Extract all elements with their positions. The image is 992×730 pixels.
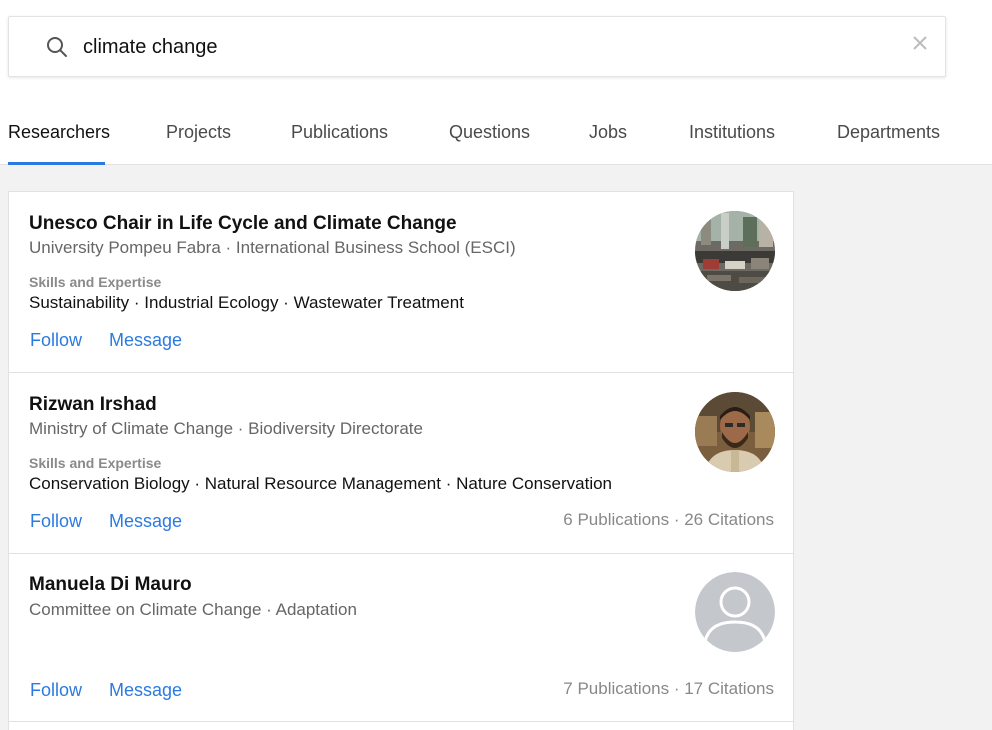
close-icon[interactable] — [909, 32, 931, 54]
avatar[interactable] — [695, 572, 775, 652]
result-card: Manuela Di Mauro Committee on Climate Ch… — [9, 554, 793, 722]
skills-label: Skills and Expertise — [29, 455, 162, 471]
result-name[interactable]: Manuela Di Mauro — [29, 574, 192, 596]
follow-button[interactable]: Follow — [30, 680, 82, 701]
skills-list: Conservation Biology · Natural Resource … — [29, 474, 613, 493]
result-name[interactable]: Unesco Chair in Life Cycle and Climate C… — [29, 213, 457, 235]
follow-button[interactable]: Follow — [30, 511, 82, 532]
tab-questions[interactable]: Questions — [449, 122, 530, 143]
search-input[interactable] — [83, 29, 883, 65]
tab-jobs[interactable]: Jobs — [589, 122, 627, 143]
result-name[interactable]: Rizwan Irshad — [29, 394, 157, 416]
result-affiliation[interactable]: Committee on Climate Change · Adaptation — [29, 600, 357, 620]
result-affiliation[interactable]: Ministry of Climate Change · Biodiversit… — [29, 419, 423, 439]
search-bar — [8, 16, 946, 77]
publication-stats: 7 Publications · 17 Citations — [563, 679, 774, 698]
avatar[interactable] — [695, 392, 775, 472]
skills-list: Sustainability · Industrial Ecology · Wa… — [29, 293, 464, 312]
active-tab-indicator — [8, 162, 105, 165]
message-button[interactable]: Message — [109, 511, 182, 532]
tab-institutions[interactable]: Institutions — [689, 122, 775, 143]
results-list: Unesco Chair in Life Cycle and Climate C… — [8, 191, 794, 730]
tab-researchers[interactable]: Researchers — [8, 122, 110, 143]
tab-publications[interactable]: Publications — [291, 122, 388, 143]
follow-button[interactable]: Follow — [30, 330, 82, 351]
result-card: Unesco Chair in Life Cycle and Climate C… — [9, 192, 793, 373]
institution-photo-icon — [695, 211, 775, 291]
default-avatar-icon — [695, 572, 775, 652]
tab-departments[interactable]: Departments — [837, 122, 940, 143]
publication-stats: 6 Publications · 26 Citations — [563, 510, 774, 529]
message-button[interactable]: Message — [109, 330, 182, 351]
result-card: Rizwan Irshad Ministry of Climate Change… — [9, 373, 793, 554]
result-affiliation[interactable]: University Pompeu Fabra · International … — [29, 238, 516, 258]
message-button[interactable]: Message — [109, 680, 182, 701]
person-photo-icon — [695, 392, 775, 472]
search-icon[interactable] — [45, 35, 69, 59]
skills-label: Skills and Expertise — [29, 274, 162, 290]
tab-bar: Researchers Projects Publications Questi… — [0, 104, 992, 165]
avatar[interactable] — [695, 211, 775, 291]
header: Researchers Projects Publications Questi… — [0, 0, 992, 165]
tab-projects[interactable]: Projects — [166, 122, 231, 143]
